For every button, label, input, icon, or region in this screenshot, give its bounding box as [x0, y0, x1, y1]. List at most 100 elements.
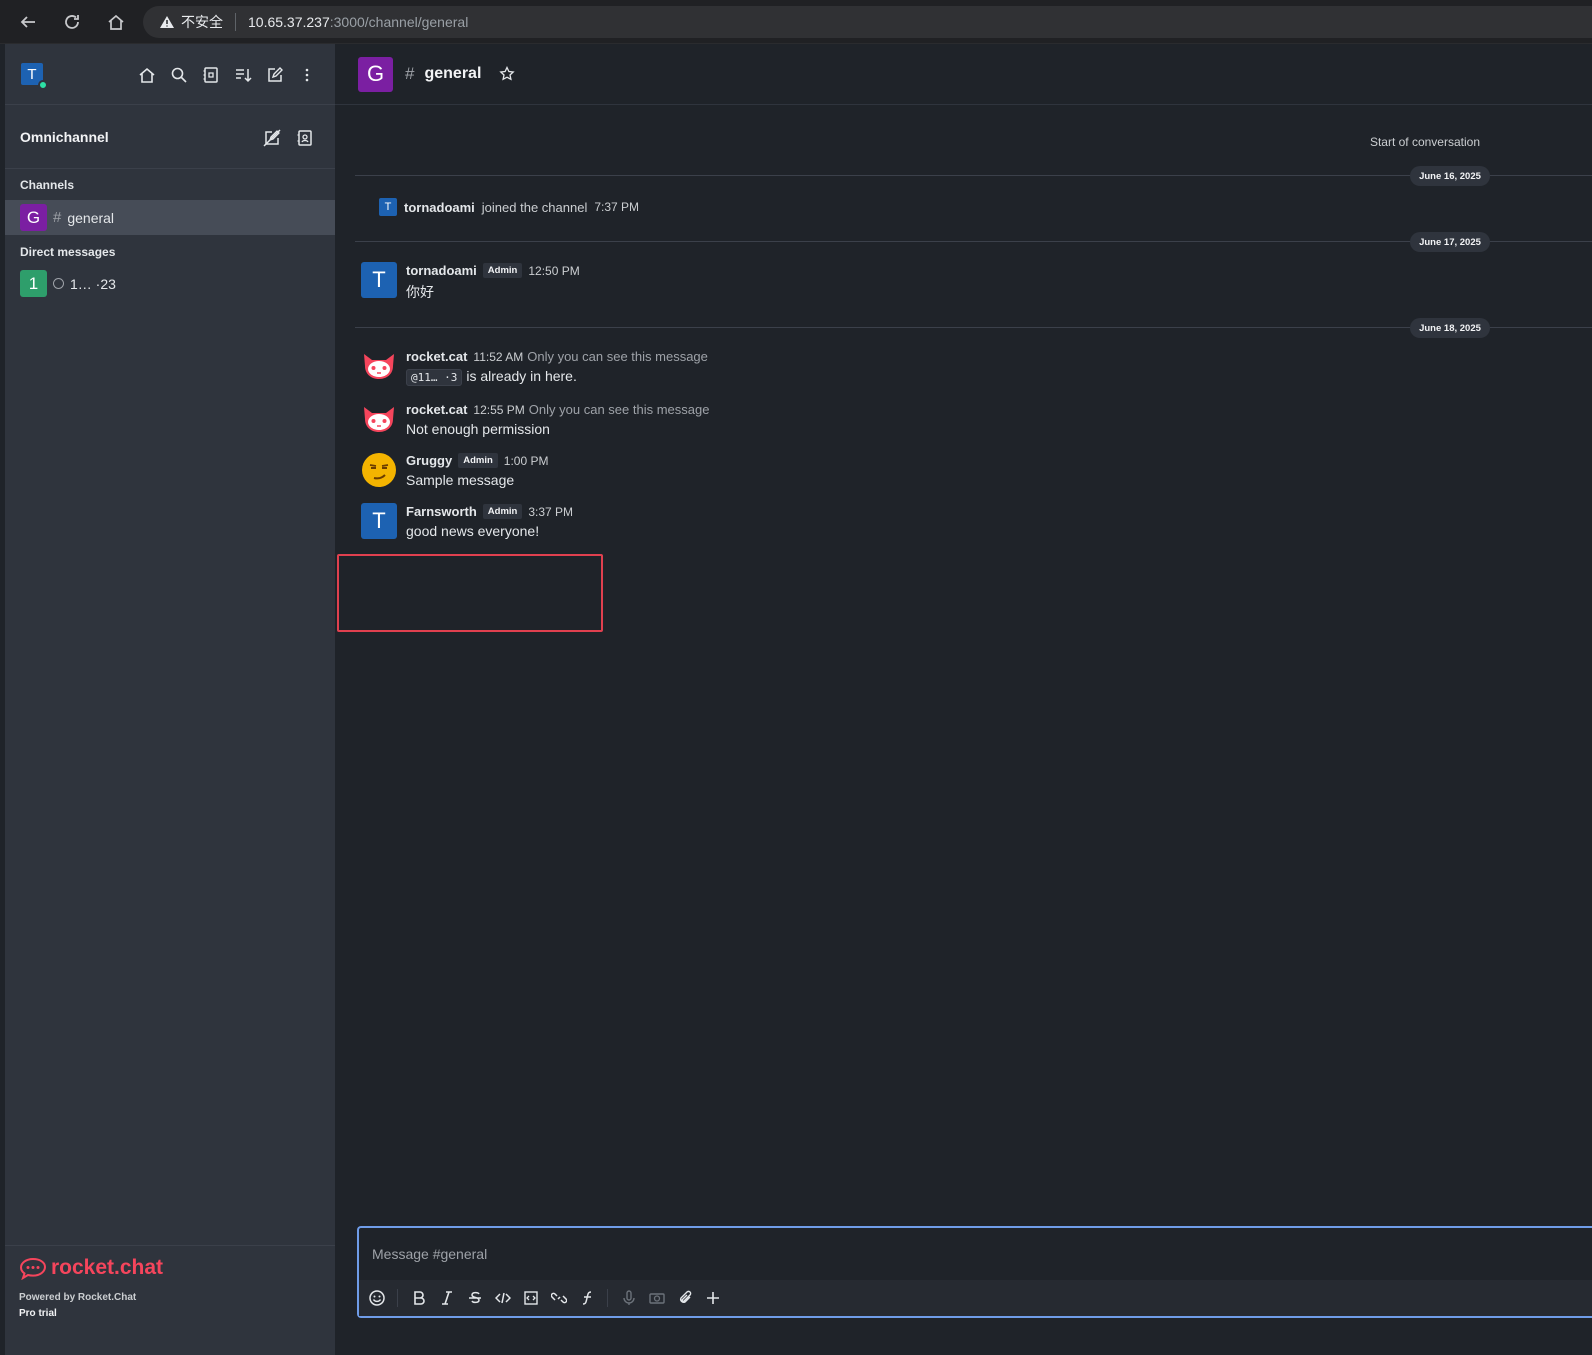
dm-avatar: 1 [20, 270, 47, 297]
role-badge: Admin [482, 504, 523, 519]
contact-center-icon[interactable] [294, 127, 315, 148]
date-divider-line [355, 175, 1592, 176]
private-message-note: Only you can see this message [527, 349, 708, 364]
private-message-note: Only you can see this message [528, 402, 710, 417]
role-badge: Admin [482, 263, 523, 278]
message-username[interactable]: rocket.cat [406, 402, 467, 417]
sidebar-footer: rocket.chat Powered by Rocket.Chat Pro t… [5, 1245, 335, 1355]
message-item[interactable]: rocket.cat 11:52 AM Only you can see thi… [361, 348, 708, 386]
reload-icon[interactable] [52, 2, 92, 42]
message-username[interactable]: tornadoami [404, 200, 475, 215]
browser-toolbar: 不安全 10.65.37.237:3000/channel/general [0, 0, 1592, 44]
system-message: T tornadoami joined the channel 7:37 PM [379, 198, 639, 216]
avatar[interactable]: T [379, 198, 397, 216]
emoji-icon[interactable] [367, 1289, 386, 1308]
message-item[interactable]: rocket.cat 12:55 PM Only you can see thi… [361, 401, 709, 437]
directory-icon[interactable] [200, 64, 221, 85]
omnichannel-section: Omnichannel [5, 105, 335, 169]
date-divider-line [355, 241, 1592, 242]
room-avatar[interactable]: G [358, 56, 393, 92]
omnichannel-title: Omnichannel [20, 128, 109, 145]
bold-icon[interactable] [409, 1289, 428, 1308]
rocket-chat-logo[interactable]: rocket.chat [19, 1256, 335, 1280]
avatar[interactable]: T [21, 63, 48, 90]
room-avatar: G [20, 204, 47, 231]
rocket-chat-logo-icon [19, 1257, 47, 1280]
star-icon[interactable] [499, 66, 516, 82]
message-text: Sample message [406, 472, 515, 488]
message-timestamp: 11:52 AM [473, 349, 524, 364]
message-item[interactable]: Gruggy Admin 1:00 PM Sample message [361, 452, 549, 488]
user-status-icon [53, 278, 64, 289]
user-avatar-initial: T [27, 65, 37, 83]
microphone-icon[interactable] [619, 1289, 638, 1308]
sidebar: T Omnichannel Channels G # general Direc… [5, 44, 335, 1355]
home-icon[interactable] [136, 64, 157, 85]
security-warning[interactable]: 不安全 [159, 12, 223, 32]
avatar[interactable]: T [361, 262, 397, 298]
message-username[interactable]: rocket.cat [406, 349, 467, 364]
message-timestamp: 1:00 PM [503, 453, 549, 468]
warning-icon [160, 16, 174, 28]
message-input[interactable]: Message #general [359, 1228, 1592, 1280]
toolbar-separator [397, 1289, 398, 1307]
italic-icon[interactable] [437, 1289, 456, 1308]
home-icon[interactable] [96, 2, 136, 42]
formula-icon[interactable] [577, 1289, 596, 1308]
avatar-initial: T [372, 508, 386, 533]
avatar[interactable]: T [361, 503, 397, 539]
address-bar[interactable]: 不安全 10.65.37.237:3000/channel/general [143, 6, 1592, 38]
sidebar-header: T [5, 44, 335, 105]
url-host: 10.65.37.237 [248, 14, 330, 30]
channels-section-label: Channels [20, 178, 75, 192]
rocket-chat-logo-text: rocket.chat [51, 1256, 164, 1279]
strikethrough-icon[interactable] [465, 1289, 484, 1308]
start-of-conversation: Start of conversation [1369, 135, 1480, 149]
date-divider: June 17, 2025 [1410, 232, 1490, 252]
direct-messages-section-label: Direct messages [20, 245, 116, 259]
message-item[interactable]: T tornadoami Admin 12:50 PM 你好 [361, 262, 580, 302]
hashtag-icon: # [405, 64, 415, 83]
smirk-emoji-avatar[interactable] [361, 452, 397, 488]
sidebar-item-dm[interactable]: 1 1… ·23 [5, 266, 335, 301]
plus-icon[interactable] [703, 1289, 722, 1308]
search-icon[interactable] [168, 64, 189, 85]
rocket-cat-avatar[interactable] [361, 348, 397, 384]
toolbar-separator [607, 1289, 608, 1307]
message-text: @11… ·3 is already in here. [406, 368, 708, 386]
video-icon[interactable] [647, 1289, 666, 1308]
sidebar-item-label: general [67, 209, 115, 226]
user-mention[interactable]: @11… ·3 [406, 369, 463, 386]
dm-avatar-initial: 1 [28, 273, 39, 293]
message-username[interactable]: Gruggy [406, 453, 452, 468]
message-item[interactable]: T Farnsworth Admin 3:37 PM good news eve… [361, 503, 573, 539]
url-separator [235, 13, 236, 31]
message-list: Start of conversation June 16, 2025 T to… [335, 105, 1592, 1225]
message-text-content: is already in here. [466, 368, 577, 384]
powered-by-text: Powered by Rocket.Chat [19, 1292, 137, 1303]
message-text: good news everyone! [406, 523, 540, 539]
online-status-dot [38, 80, 48, 90]
omnichannel-offline-icon[interactable] [261, 127, 282, 148]
back-icon[interactable] [8, 2, 48, 42]
message-timestamp: 12:50 PM [528, 263, 580, 278]
room-avatar-initial: G [366, 61, 385, 86]
message-username[interactable]: tornadoami [406, 263, 477, 278]
sort-icon[interactable] [232, 64, 253, 85]
message-composer: Message #general [357, 1226, 1592, 1318]
page-title[interactable]: general [424, 65, 481, 83]
sidebar-item-general[interactable]: G # general [5, 200, 335, 235]
composer-toolbar [359, 1280, 1592, 1316]
role-badge: Admin [458, 453, 498, 468]
create-new-icon[interactable] [264, 64, 285, 85]
rocket-cat-avatar[interactable] [361, 401, 397, 437]
room-avatar-initial: G [26, 207, 41, 227]
link-icon[interactable] [549, 1289, 568, 1308]
code-block-icon[interactable] [521, 1289, 540, 1308]
kebab-menu-icon[interactable] [296, 64, 317, 85]
message-username[interactable]: Farnsworth [406, 504, 477, 519]
message-timestamp: 7:37 PM [594, 200, 640, 214]
code-icon[interactable] [493, 1289, 512, 1308]
message-text: 你好 [406, 284, 434, 300]
attachment-icon[interactable] [675, 1289, 694, 1308]
